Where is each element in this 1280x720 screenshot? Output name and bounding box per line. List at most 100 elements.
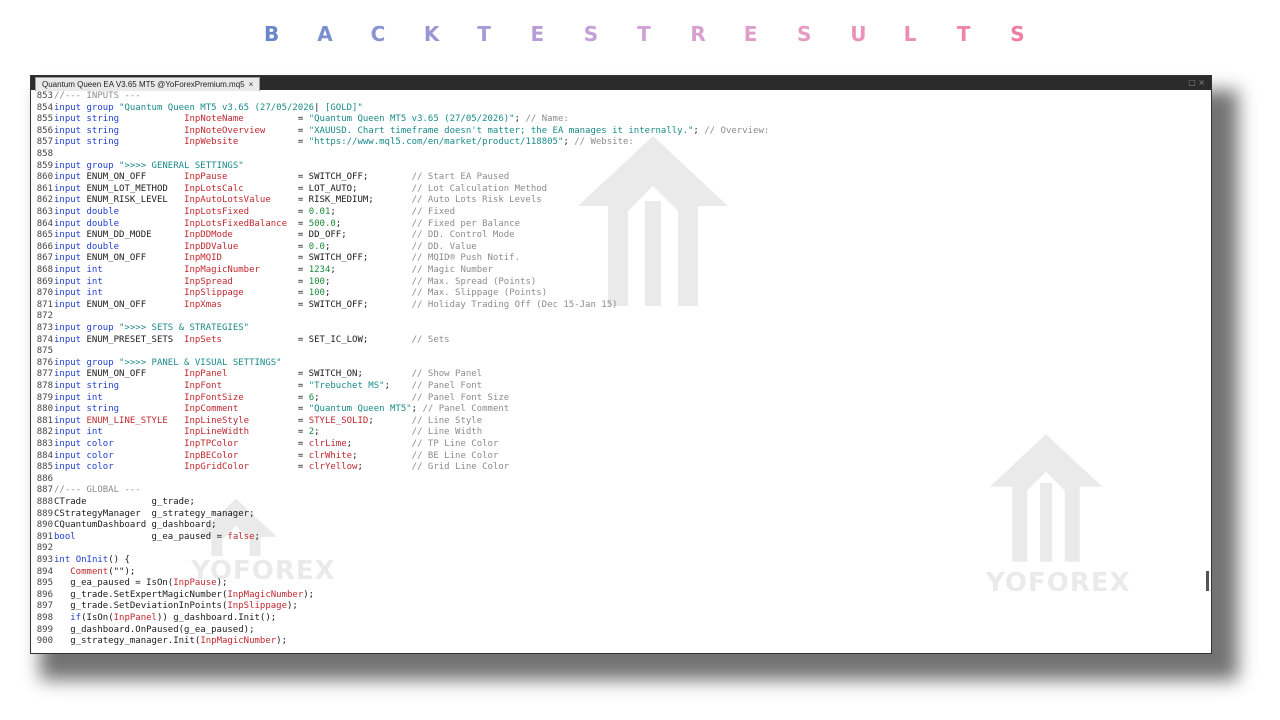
code-token: ;: [563, 137, 575, 148]
code-line[interactable]: 900 g_strategy_manager.Init(InpMagicNumb…: [31, 636, 287, 648]
line-number: 876: [36, 357, 53, 368]
code-line[interactable]: 862input ENUM_RISK_LEVEL InpAutoLotsValu…: [31, 195, 542, 207]
code-line[interactable]: 873input group ">>>> SETS & STRATEGIES": [31, 323, 249, 335]
code-line[interactable]: 871input ENUM_ON_OFF InpXmas = SWITCH_OF…: [31, 300, 618, 312]
code-line[interactable]: 857input string InpWebsite = "https://ww…: [31, 137, 634, 149]
line-number: 879: [36, 392, 53, 403]
code-token: g_ea_paused =: [75, 531, 228, 542]
code-token: input: [54, 404, 82, 415]
code-line[interactable]: 891bool g_ea_paused = false;: [31, 532, 260, 544]
line-number: 900: [36, 636, 53, 647]
code-line[interactable]: 876input group ">>>> PANEL & VISUAL SETT…: [31, 358, 282, 370]
code-token: clrYellow: [308, 462, 358, 473]
code-token: InpPause: [173, 578, 217, 589]
line-number: 888: [36, 497, 53, 507]
line-number: 860: [36, 172, 53, 183]
code-token: "Trebuchet MS": [308, 381, 385, 391]
code-line[interactable]: 883input color InpTPColor = clrLime; // …: [31, 439, 499, 451]
code-token: = LOT_AUTO;: [243, 183, 412, 194]
code-line[interactable]: 877input ENUM_ON_OFF InpPanel = SWITCH_O…: [31, 369, 482, 381]
code-line[interactable]: 869input int InpSpread = 100; // Max. Sp…: [31, 276, 537, 289]
close-icon[interactable]: ×: [249, 80, 254, 89]
line-number: 853: [36, 91, 53, 101]
line-number: 863: [36, 207, 53, 217]
code-line[interactable]: 872: [31, 311, 54, 323]
code-line[interactable]: 860input ENUM_ON_OFF InpPause = SWITCH_O…: [31, 172, 509, 184]
code-token: "Quantum Queen MT5 v3.65 (27/05/2026)": [308, 114, 515, 125]
code-line[interactable]: 874input ENUM_PRESET_SETS InpSets = SET_…: [31, 335, 450, 347]
banner-letter: S: [797, 22, 812, 46]
code-line[interactable]: 867input ENUM_ON_OFF InpMQID = SWITCH_OF…: [31, 253, 520, 265]
code-line[interactable]: 861input ENUM_LOT_METHOD InpLotsCalc = L…: [31, 184, 547, 196]
line-number: 885: [36, 462, 53, 473]
scrollbar-thumb[interactable]: [1206, 571, 1209, 591]
code-token: input: [54, 276, 82, 287]
code-token: InpLineStyle: [184, 415, 250, 426]
code-token: input: [54, 288, 82, 299]
code-token: ;: [324, 288, 412, 299]
code-line[interactable]: 878input string InpFont = "Trebuchet MS"…: [31, 381, 482, 393]
code-token: =: [249, 415, 309, 426]
code-token: =: [238, 404, 309, 415]
code-line[interactable]: 885input color InpGridColor = clrYellow;…: [31, 462, 509, 474]
line-number: 878: [36, 381, 53, 391]
code-token: // Holiday Trading Off (Dec 15-Jan 15): [411, 299, 618, 310]
code-line[interactable]: 897 g_trade.SetDeviationInPoints(InpSlip…: [31, 601, 298, 613]
code-line[interactable]: 898 if(IsOn(InpPanel)) g_dashboard.Init(…: [31, 613, 276, 625]
code-token: //--- INPUTS ---: [54, 91, 141, 101]
code-token: InpPanel: [113, 613, 157, 623]
code-line[interactable]: 899 g_dashboard.OnPaused(g_ea_paused);: [31, 625, 255, 637]
code-line[interactable]: 870input int InpSlippage = 100; // Max. …: [31, 288, 547, 300]
code-line[interactable]: 880input string InpComment = "Quantum Qu…: [31, 404, 509, 416]
code-token: InpFontSize: [184, 392, 244, 403]
tab-file[interactable]: Quantum Queen EA V3.65 MT5 @YoForexPremi…: [35, 77, 261, 91]
code-line[interactable]: 868input int InpMagicNumber = 1234; // M…: [31, 265, 493, 277]
code-token: 100: [308, 288, 325, 299]
code-line[interactable]: 889CStrategyManager g_strategy_manager;: [31, 509, 255, 521]
code-token: ;: [335, 218, 412, 229]
code-line[interactable]: 855input string InpNoteName = "Quantum Q…: [31, 114, 569, 126]
code-token: = SWITCH_ON;: [227, 369, 412, 380]
window-controls[interactable]: □ ×: [1188, 78, 1205, 87]
code-line[interactable]: 881input ENUM_LINE_STYLE InpLineStyle = …: [31, 416, 482, 428]
code-line[interactable]: 859input group ">>>> GENERAL SETTINGS": [31, 161, 244, 173]
code-token: input: [54, 125, 82, 136]
code-line[interactable]: 882input int InpLineWidth = 2; // Line W…: [31, 427, 482, 439]
line-number: 883: [36, 439, 53, 449]
code-line[interactable]: 894 Comment("");: [31, 567, 136, 579]
code-line[interactable]: 856input string InpNoteOverview = "XAUUS…: [31, 125, 770, 138]
code-token: =: [265, 125, 309, 136]
code-line[interactable]: 895 g_ea_paused = IsOn(InpPause);: [31, 578, 228, 590]
code-line[interactable]: 886: [31, 474, 54, 486]
code-line[interactable]: 865input ENUM_DD_MODE InpDDMode = DD_OFF…: [31, 230, 515, 242]
code-line[interactable]: 888CTrade g_trade;: [31, 497, 195, 509]
code-line[interactable]: 858: [31, 149, 54, 161]
vertical-scrollbar[interactable]: [1204, 91, 1209, 651]
code-line[interactable]: 854input group "Quantum Queen MT5 v3.65 …: [31, 103, 363, 115]
code-token: ENUM_RISK_LEVEL: [81, 195, 185, 206]
code-line[interactable]: 866input double InpDDValue = 0.0; // DD.…: [31, 242, 477, 254]
code-line[interactable]: 896 g_trade.SetExpertMagicNumber(InpMagi…: [31, 590, 314, 602]
code-area[interactable]: 853//--- INPUTS --- 854input group "Quant…: [31, 91, 1211, 653]
line-number: 865: [36, 230, 53, 241]
code-token: ;: [357, 462, 412, 473]
line-number: 893: [36, 555, 53, 565]
line-number: 890: [36, 520, 53, 531]
code-token: int: [86, 392, 103, 403]
code-line[interactable]: 890CQuantumDashboard g_dashboard;: [31, 520, 217, 532]
code-line[interactable]: 887//--- GLOBAL ---: [31, 485, 141, 497]
code-token: color: [86, 462, 114, 473]
code-token: input: [54, 299, 82, 310]
code-line[interactable]: 863input double InpLotsFixed = 0.01; // …: [31, 207, 455, 219]
code-line[interactable]: 884input color InpBEColor = clrWhite; //…: [31, 451, 499, 463]
code-line[interactable]: 892: [31, 543, 54, 555]
code-token: 100: [308, 276, 325, 287]
code-line[interactable]: 875: [31, 346, 54, 358]
code-line[interactable]: 864input double InpLotsFixedBalance = 50…: [31, 219, 520, 231]
code-line[interactable]: 893int OnInit() {: [31, 555, 130, 567]
line-number: 882: [36, 427, 53, 438]
code-line[interactable]: 879input int InpFontSize = 6; // Panel F…: [31, 393, 509, 405]
code-line[interactable]: 853//--- INPUTS ---: [31, 91, 141, 103]
